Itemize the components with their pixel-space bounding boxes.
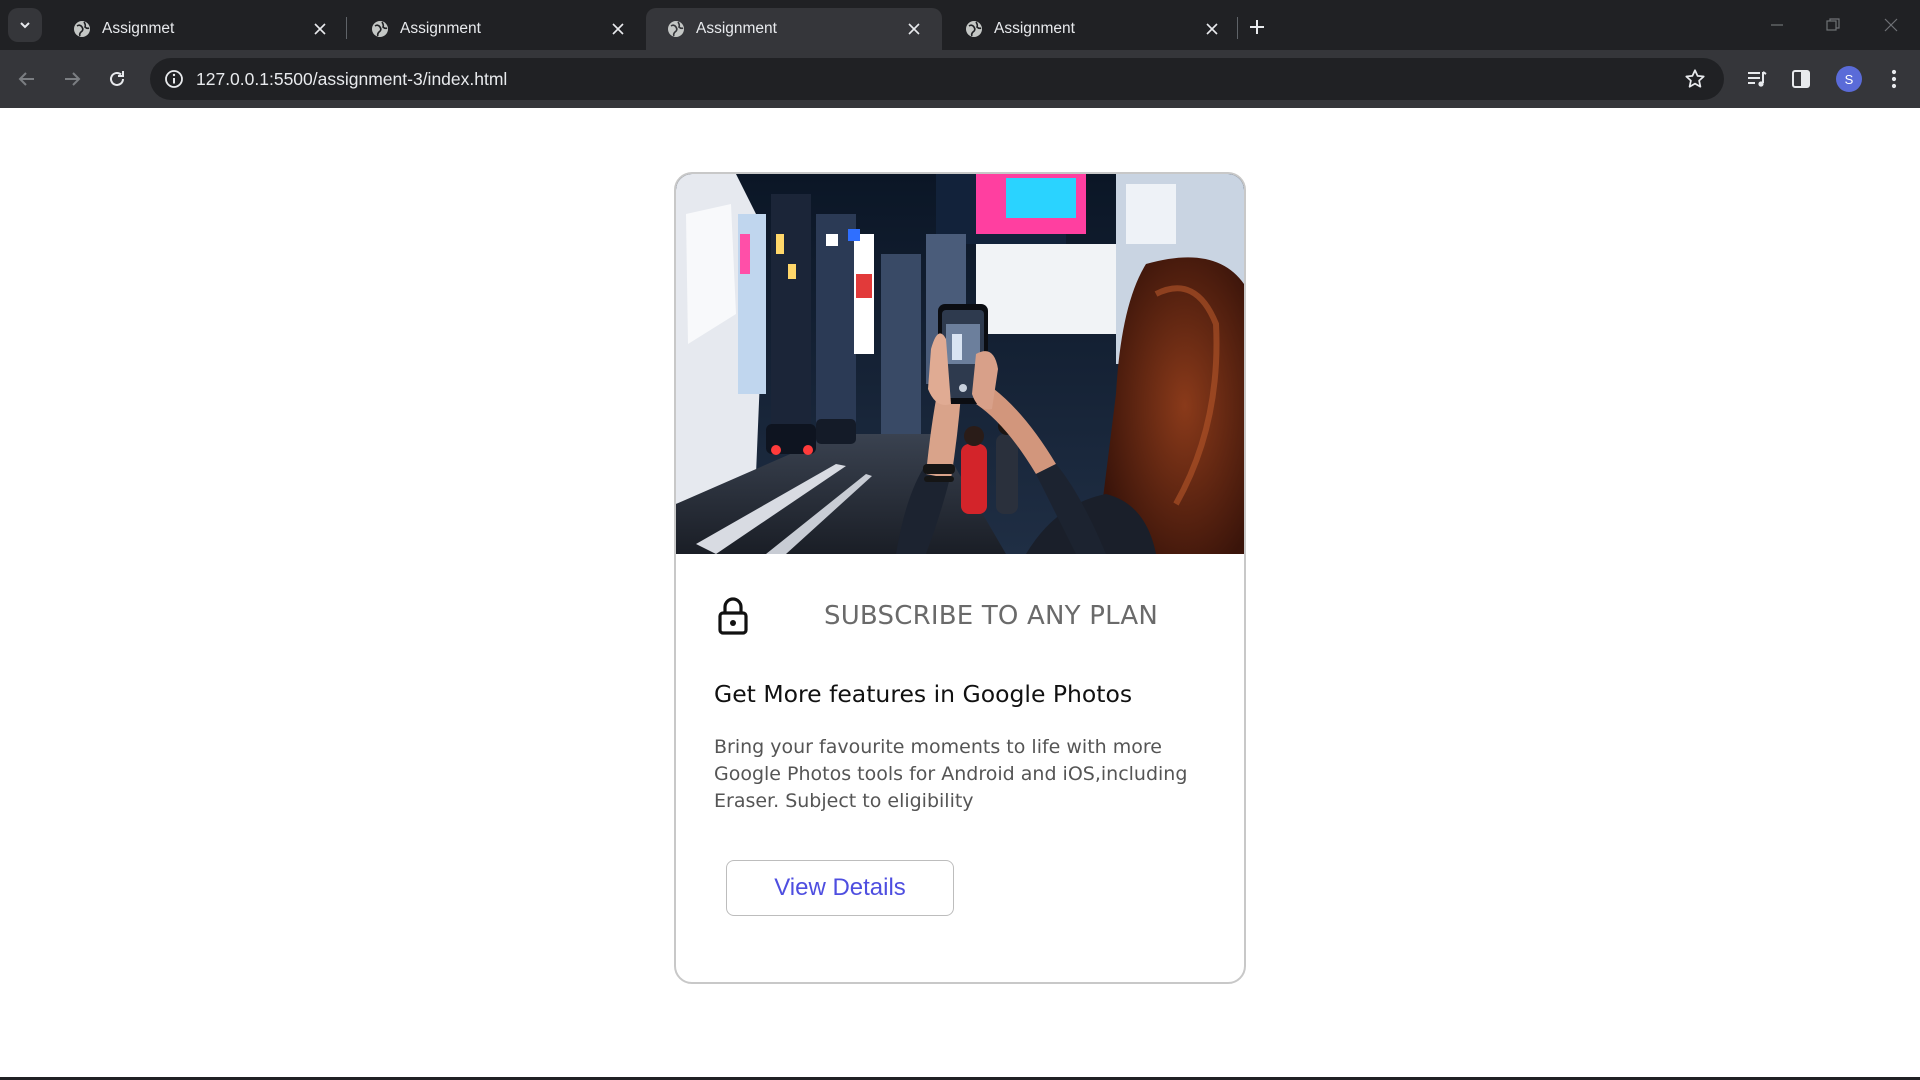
- chevron-down-icon: [20, 22, 30, 29]
- globe-icon: [372, 21, 388, 37]
- new-tab-button[interactable]: [1243, 13, 1271, 41]
- kebab-menu-icon[interactable]: [1880, 65, 1908, 93]
- address-bar[interactable]: 127.0.0.1:5500/assignment-3/index.html: [150, 58, 1724, 100]
- tab-title: Assignment: [994, 20, 1075, 37]
- forward-button[interactable]: [54, 61, 90, 97]
- minimize-button[interactable]: [1762, 10, 1792, 40]
- tab-3-active[interactable]: Assignment: [646, 8, 942, 50]
- info-icon[interactable]: [160, 65, 188, 93]
- tab-title: Assignment: [696, 20, 777, 37]
- page-viewport: SUBSCRIBE TO ANY PLAN Get More features …: [0, 108, 1920, 1078]
- globe-icon: [74, 21, 90, 37]
- lock-icon: [718, 597, 748, 635]
- media-queue-icon[interactable]: [1743, 65, 1771, 93]
- globe-icon: [966, 21, 982, 37]
- tab-strip: Assignmet Assignment Assignment Assignme…: [0, 0, 1920, 50]
- browser-toolbar: 127.0.0.1:5500/assignment-3/index.html S: [0, 50, 1920, 108]
- tab-title: Assignment: [400, 20, 481, 37]
- view-details-button[interactable]: View Details: [726, 860, 954, 916]
- arrow-left-icon: [18, 72, 34, 86]
- star-icon[interactable]: [1682, 66, 1708, 92]
- close-icon[interactable]: [310, 19, 330, 39]
- subscription-card: SUBSCRIBE TO ANY PLAN Get More features …: [674, 172, 1246, 984]
- card-description: Bring your favourite moments to life wit…: [714, 736, 1188, 812]
- window-close-button[interactable]: [1876, 10, 1906, 40]
- close-icon[interactable]: [1202, 19, 1222, 39]
- tab-divider: [1237, 17, 1238, 39]
- card-image: [676, 174, 1244, 554]
- restore-button[interactable]: [1818, 10, 1848, 40]
- back-button[interactable]: [9, 61, 45, 97]
- profile-avatar[interactable]: S: [1836, 66, 1862, 92]
- arrow-right-icon: [65, 72, 81, 86]
- card-title: Get More features in Google Photos: [714, 680, 1133, 708]
- tab-title: Assignmet: [102, 20, 175, 37]
- plan-label: SUBSCRIBE TO ANY PLAN: [824, 601, 1159, 631]
- minimize-icon: [1771, 24, 1783, 26]
- restore-icon: [1826, 18, 1840, 31]
- globe-icon: [668, 21, 684, 37]
- tab-2[interactable]: Assignment: [350, 8, 646, 50]
- tab-4[interactable]: Assignment: [944, 8, 1240, 50]
- reload-icon: [110, 71, 124, 86]
- tab-divider: [346, 17, 347, 39]
- close-icon: [1884, 18, 1898, 32]
- city-photo-illustration: [676, 174, 1244, 554]
- plan-row: SUBSCRIBE TO ANY PLAN: [716, 596, 1158, 636]
- plus-icon: [1250, 20, 1264, 34]
- tab-search-button[interactable]: [8, 8, 42, 42]
- url-text[interactable]: 127.0.0.1:5500/assignment-3/index.html: [196, 69, 507, 90]
- reload-button[interactable]: [99, 61, 135, 97]
- close-icon[interactable]: [608, 19, 628, 39]
- side-panel-icon[interactable]: [1787, 65, 1815, 93]
- close-icon[interactable]: [904, 19, 924, 39]
- tab-1[interactable]: Assignmet: [52, 8, 348, 50]
